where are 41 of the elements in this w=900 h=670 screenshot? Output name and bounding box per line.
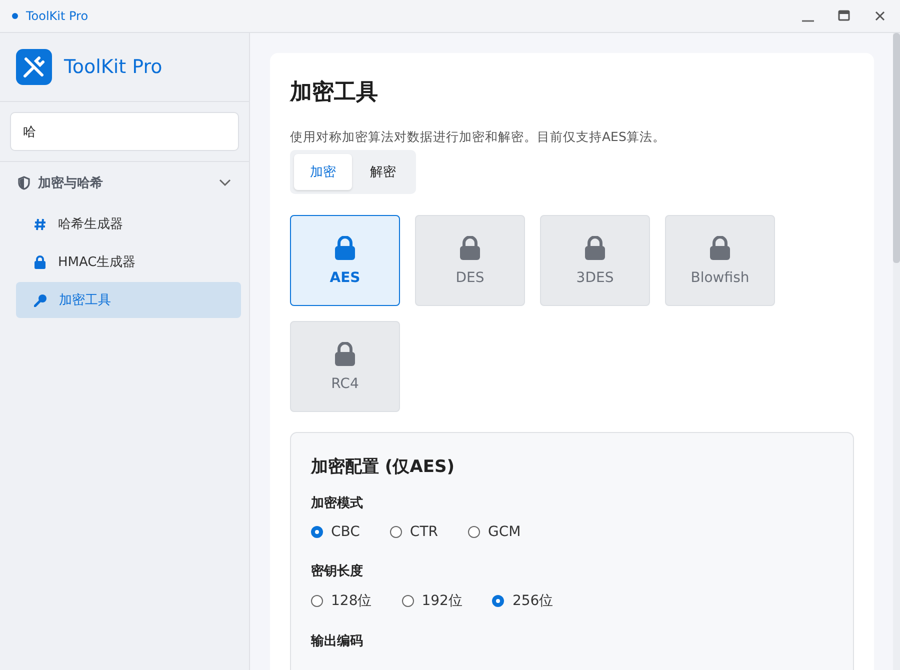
key-icon [34, 294, 47, 306]
option-label: 加密模式 [311, 494, 364, 512]
lock-icon [584, 236, 606, 260]
page-description: 使用对称加密算法对数据进行加密和解密。目前仅支持AES算法。 [290, 129, 666, 146]
option-label: 密钥长度 [311, 562, 364, 580]
algorithm-option[interactable]: 3DES [540, 215, 650, 306]
tab[interactable]: 解密 [354, 154, 412, 190]
sidebar-item[interactable]: 加密工具 [16, 282, 241, 318]
window-title: ToolKit Pro [26, 9, 90, 23]
page-title: 加密工具 [290, 78, 379, 107]
chevron-icon [219, 179, 231, 187]
option-label: 输出编码 [311, 632, 364, 650]
lock-icon [334, 342, 356, 366]
minimize-icon [802, 20, 814, 22]
lock-icon [459, 236, 481, 260]
app-dot-icon [12, 13, 18, 19]
algorithm-option[interactable]: Blowfish [665, 215, 775, 306]
algorithm-option[interactable]: DES [415, 215, 525, 306]
shield-icon [18, 176, 30, 190]
radio-option[interactable]: 192位 [402, 592, 462, 610]
radio-option[interactable]: CBC [311, 524, 360, 540]
search-field[interactable]: 哈 [10, 112, 239, 151]
config-title: 加密配置 (仅AES) [311, 456, 456, 478]
hash-icon [34, 218, 46, 230]
nav-group-header[interactable]: 加密与哈希 [10, 172, 239, 194]
sidebar-item[interactable]: 哈希生成器 [16, 206, 241, 242]
radio-option[interactable]: GCM [468, 524, 521, 540]
lock-icon [334, 236, 356, 260]
lock-icon [34, 255, 46, 269]
radio-option[interactable]: CTR [390, 524, 438, 540]
brand-name: ToolKit Pro [64, 56, 162, 78]
sidebar-item[interactable]: HMAC生成器 [16, 244, 241, 280]
tab[interactable]: 加密 [294, 154, 352, 190]
app-logo [16, 49, 52, 85]
algorithm-option[interactable]: AES [290, 215, 400, 306]
radio-option[interactable]: 256位 [492, 592, 554, 610]
maximize-icon [838, 10, 850, 22]
algorithm-option[interactable]: RC4 [290, 321, 400, 412]
close-icon [874, 10, 886, 22]
lock-icon [709, 236, 731, 260]
radio-option[interactable]: 128位 [311, 592, 372, 610]
